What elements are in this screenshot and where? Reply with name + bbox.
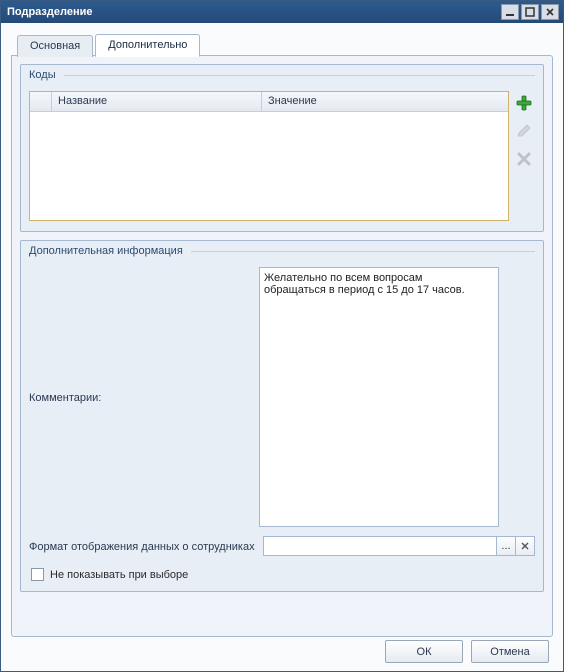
edit-icon xyxy=(516,123,532,139)
edit-code-button[interactable] xyxy=(514,121,534,141)
window-title: Подразделение xyxy=(7,6,499,18)
hide-checkbox-label[interactable]: Не показывать при выборе xyxy=(50,569,188,581)
grid-col-name[interactable]: Название xyxy=(52,92,262,111)
delete-icon xyxy=(517,152,531,166)
maximize-button[interactable] xyxy=(521,4,539,20)
codes-group: Коды Название Значение xyxy=(20,64,544,232)
dialog-button-bar: ОК Отмена xyxy=(385,640,549,663)
codes-toolbar xyxy=(513,91,535,221)
cancel-button[interactable]: Отмена xyxy=(471,640,549,663)
info-group: Дополнительная информация Комментарии: Ф… xyxy=(20,240,544,592)
grid-col-value[interactable]: Значение xyxy=(262,92,508,111)
clear-icon xyxy=(520,541,530,551)
format-row: Формат отображения данных о сотрудниках … xyxy=(29,536,535,556)
grid-col-spacer xyxy=(30,92,52,111)
add-code-button[interactable] xyxy=(514,93,534,113)
minimize-button[interactable] xyxy=(501,4,519,20)
add-icon xyxy=(516,95,532,111)
window-buttons xyxy=(499,4,559,20)
codes-legend: Коды xyxy=(21,65,543,85)
format-clear-button[interactable] xyxy=(515,536,535,556)
client-area: Основная Дополнительно Коды Название Зна… xyxy=(1,23,563,671)
ok-button[interactable]: ОК xyxy=(385,640,463,663)
format-input[interactable] xyxy=(263,536,497,556)
tab-strip: Основная Дополнительно xyxy=(11,33,553,56)
dialog-window: Подразделение Основная Дополнительно Код… xyxy=(0,0,564,672)
title-bar: Подразделение xyxy=(1,1,563,23)
comments-row: Комментарии: xyxy=(29,267,535,530)
codes-grid[interactable]: Название Значение xyxy=(29,91,509,221)
codes-grid-body[interactable] xyxy=(30,112,508,220)
codes-grid-header: Название Значение xyxy=(30,92,508,112)
tab-main[interactable]: Основная xyxy=(17,35,93,57)
minimize-icon xyxy=(505,7,515,17)
delete-code-button[interactable] xyxy=(514,149,534,169)
comments-textarea[interactable] xyxy=(259,267,499,527)
tab-page-extra: Коды Название Значение xyxy=(11,55,553,637)
info-legend: Дополнительная информация xyxy=(21,241,543,261)
close-icon xyxy=(545,7,555,17)
hide-checkbox[interactable] xyxy=(31,568,44,581)
comments-label: Комментарии: xyxy=(29,267,259,527)
close-button[interactable] xyxy=(541,4,559,20)
maximize-icon xyxy=(525,7,535,17)
hide-checkbox-row: Не показывать при выборе xyxy=(29,562,535,581)
format-browse-button[interactable]: ... xyxy=(496,536,516,556)
format-label: Формат отображения данных о сотрудниках xyxy=(29,539,263,553)
tab-extra[interactable]: Дополнительно xyxy=(95,34,200,57)
